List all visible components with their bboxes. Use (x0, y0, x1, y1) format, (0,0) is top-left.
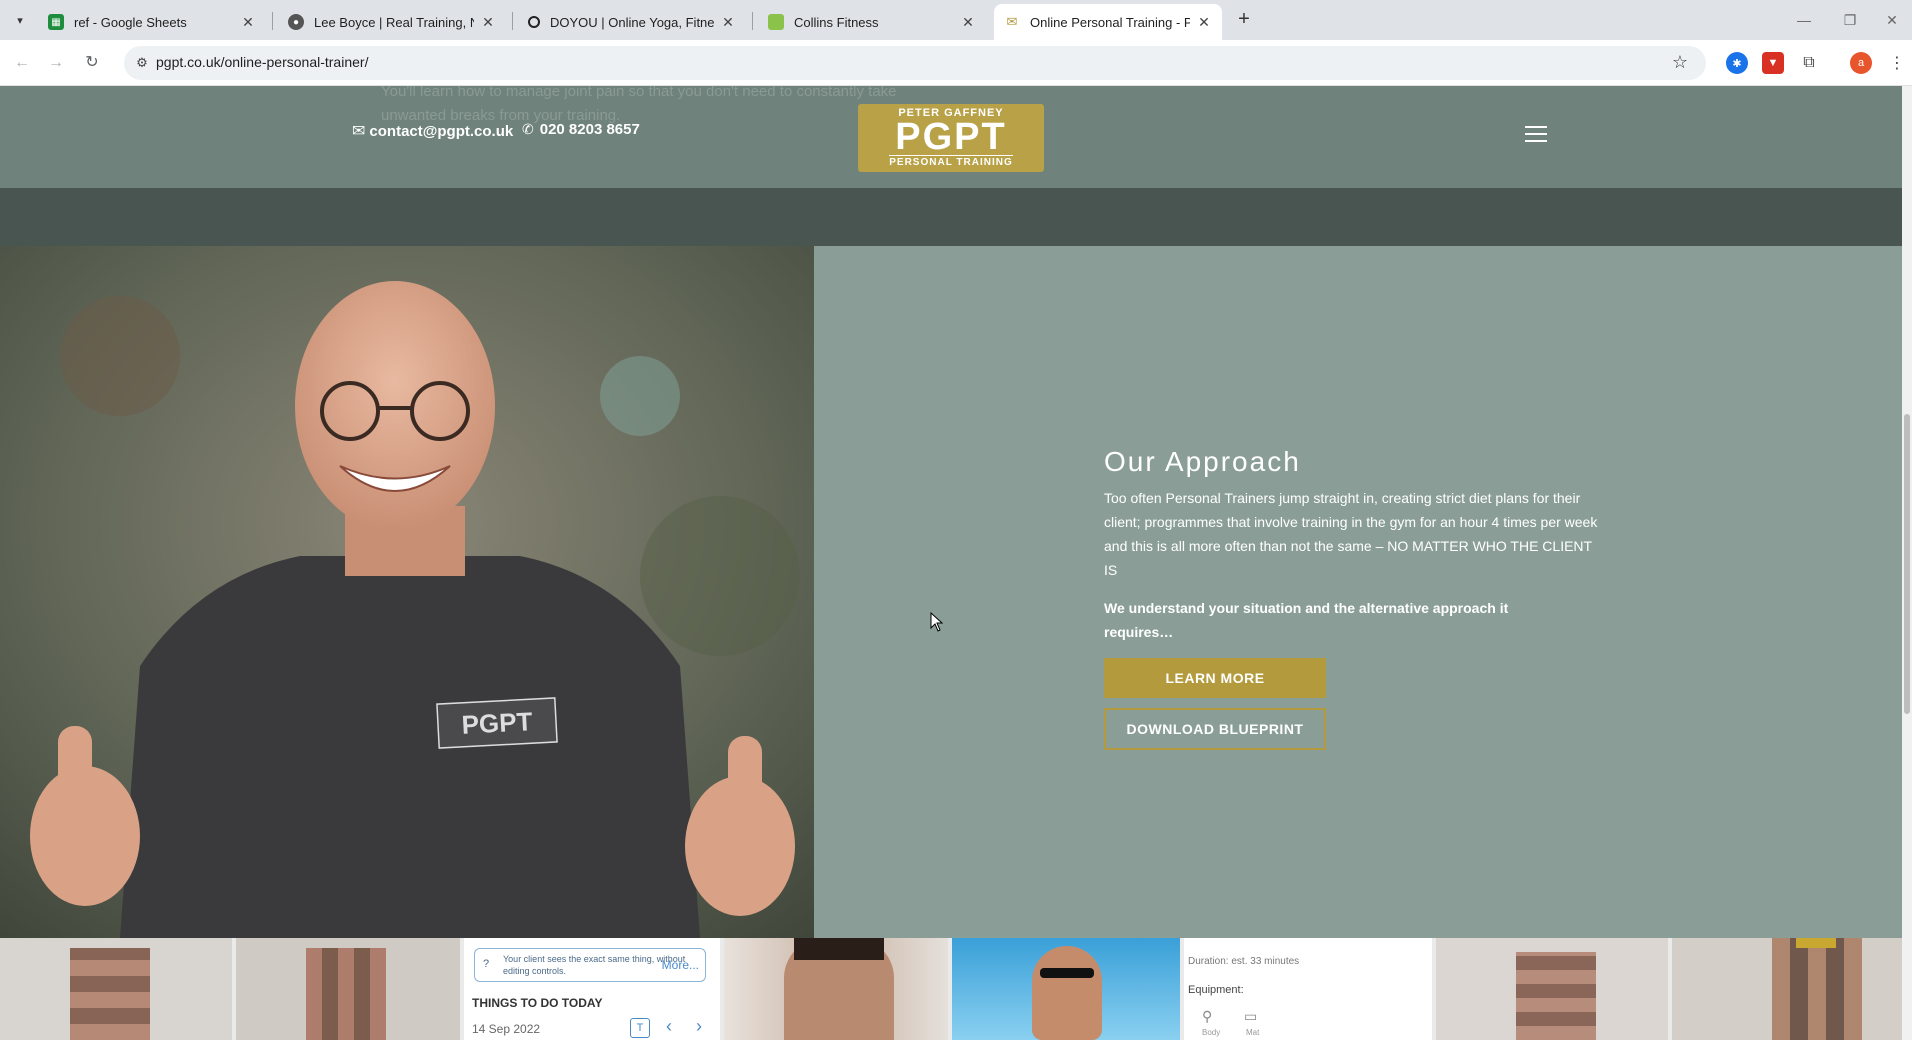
phone-text: 020 8203 8657 (539, 121, 640, 138)
phone-icon: ✆ (522, 121, 534, 137)
green-square-icon (768, 14, 784, 30)
app-more-link: More... (661, 958, 699, 972)
tab-pgpt[interactable]: ✉ Online Personal Training - PGPT ✕ (994, 4, 1222, 40)
sheets-icon: ▦ (48, 14, 64, 30)
address-bar[interactable]: ⚙ pgpt.co.uk/online-personal-trainer/ ☆ (124, 46, 1706, 80)
trainer-photo: PGPT (0, 246, 814, 938)
tab-title: Lee Boyce | Real Training, No N (314, 14, 474, 30)
extension-shield-icon[interactable]: ▼ (1762, 52, 1784, 74)
restore-icon[interactable]: ❐ (1830, 8, 1870, 32)
tab-title: ref - Google Sheets (74, 14, 187, 30)
pixelated-photo-3 (1436, 938, 1668, 1040)
pixelated-photo-2 (236, 938, 460, 1040)
page-content: You'll learn how to manage joint pain so… (0, 86, 1902, 1040)
close-tab-icon[interactable]: ✕ (1196, 14, 1212, 30)
tab-lee-boyce[interactable]: ● Lee Boyce | Real Training, No N ✕ (278, 4, 506, 40)
app-screenshot-tile: ? Your client sees the exact same thing,… (464, 938, 720, 1040)
chevron-left-icon: ‹ (666, 1016, 672, 1036)
pixelated-photo-4 (1672, 938, 1902, 1040)
tab-strip: ▾ ▦ ref - Google Sheets ✕ ● Lee Boyce | … (0, 0, 1912, 40)
app-eq1-label: Body (1202, 1028, 1221, 1037)
close-tab-icon[interactable]: ✕ (240, 14, 256, 30)
site-header: You'll learn how to manage joint pain so… (0, 86, 1902, 188)
athlete-photo-2 (952, 938, 1180, 1040)
workout-detail-tile: Duration: est. 33 minutes Equipment: ⚲ ▭… (1184, 938, 1432, 1040)
learn-more-button[interactable]: LEARN MORE (1104, 658, 1326, 698)
profile-initial: a (1857, 57, 1865, 69)
logo-main-text: PGPT (895, 116, 1007, 158)
tab-doyou[interactable]: DOYOU | Online Yoga, Fitness, & ✕ (518, 4, 746, 40)
envelope-icon: ✉ (352, 123, 366, 140)
tab-collins-fitness[interactable]: Collins Fitness ✕ (758, 4, 986, 40)
mat-icon: ▭ (1244, 1008, 1258, 1024)
testimonial-image-strip: ? Your client sees the exact same thing,… (0, 938, 1902, 1040)
athlete-photo-1 (724, 938, 948, 1040)
tab-title: Online Personal Training - PGPT (1030, 14, 1190, 30)
close-window-icon[interactable]: ✕ (1872, 8, 1912, 32)
app-duration-text: Duration: est. 33 minutes (1188, 956, 1300, 967)
url-text[interactable]: pgpt.co.uk/online-personal-trainer/ (156, 54, 368, 70)
profile-avatar[interactable]: a (1850, 52, 1872, 74)
forward-icon[interactable]: → (44, 51, 68, 75)
pgpt-logo[interactable]: PETER GAFFNEY PGPT PERSONAL TRAINING (858, 104, 1044, 172)
tab-title: DOYOU | Online Yoga, Fitness, & (550, 14, 714, 30)
app-notice-text: Your client sees the exact same thing, w… (503, 954, 686, 976)
phone-link[interactable]: ✆ 020 8203 8657 (522, 121, 640, 138)
extension-globe-icon[interactable]: ✱ (1726, 52, 1748, 74)
calendar-icon: T (630, 1018, 650, 1038)
help-icon: ? (483, 958, 490, 970)
tab-search-icon[interactable]: ▾ (8, 8, 32, 32)
close-tab-icon[interactable]: ✕ (720, 14, 736, 30)
app-eq2-label: Mat (1246, 1028, 1260, 1037)
email-link[interactable]: ✉ contact@pgpt.co.uk (352, 121, 513, 141)
close-tab-icon[interactable]: ✕ (480, 14, 496, 30)
extensions-puzzle-icon[interactable]: ⧉ (1798, 52, 1820, 74)
svg-text:PGPT: PGPT (461, 706, 533, 740)
back-icon[interactable]: ← (10, 51, 34, 75)
tab-divider (752, 12, 753, 30)
reload-icon[interactable]: ↻ (80, 51, 104, 75)
tab-divider (272, 12, 273, 30)
site-info-icon[interactable]: ⚙ (132, 53, 152, 73)
body-icon: ⚲ (1202, 1008, 1213, 1024)
email-text: contact@pgpt.co.uk (369, 122, 514, 140)
bookmark-star-icon[interactable]: ☆ (1672, 52, 1688, 73)
approach-emphasis-text: We understand your situation and the alt… (1104, 600, 1509, 640)
minimize-icon[interactable]: — (1784, 8, 1824, 32)
app-notice-box: ? Your client sees the exact same thing,… (474, 948, 706, 982)
download-blueprint-button[interactable]: DOWNLOAD BLUEPRINT (1104, 708, 1326, 750)
page-scrollbar[interactable] (1902, 86, 1912, 1040)
app-heading: THINGS TO DO TODAY (472, 996, 603, 1010)
tab-google-sheets[interactable]: ▦ ref - Google Sheets ✕ (38, 4, 266, 40)
logo-bottom-text: PERSONAL TRAINING (889, 155, 1013, 168)
tab-title: Collins Fitness (794, 14, 879, 30)
approach-heading: Our Approach (1104, 446, 1301, 477)
approach-body-text: Too often Personal Trainers jump straigh… (1104, 490, 1598, 578)
person-icon: ● (288, 14, 304, 30)
chevron-right-icon: › (696, 1016, 702, 1036)
dark-divider-band (0, 188, 1902, 246)
scrollbar-thumb[interactable] (1904, 414, 1910, 714)
hamburger-menu-icon[interactable] (1525, 126, 1547, 142)
new-tab-button[interactable]: + (1232, 8, 1256, 32)
app-date: 14 Sep 2022 (472, 1022, 541, 1036)
pixelated-photo-1 (0, 938, 232, 1040)
mouse-cursor-icon (930, 611, 944, 637)
mail-icon: ✉ (1006, 14, 1018, 29)
browser-toolbar: ← → ↻ ⚙ pgpt.co.uk/online-personal-train… (0, 40, 1912, 86)
browser-menu-icon[interactable]: ⋮ (1886, 52, 1908, 74)
app-equipment-label: Equipment: (1188, 984, 1244, 996)
tab-divider (512, 12, 513, 30)
close-tab-icon[interactable]: ✕ (960, 14, 976, 30)
circle-icon (528, 16, 540, 28)
